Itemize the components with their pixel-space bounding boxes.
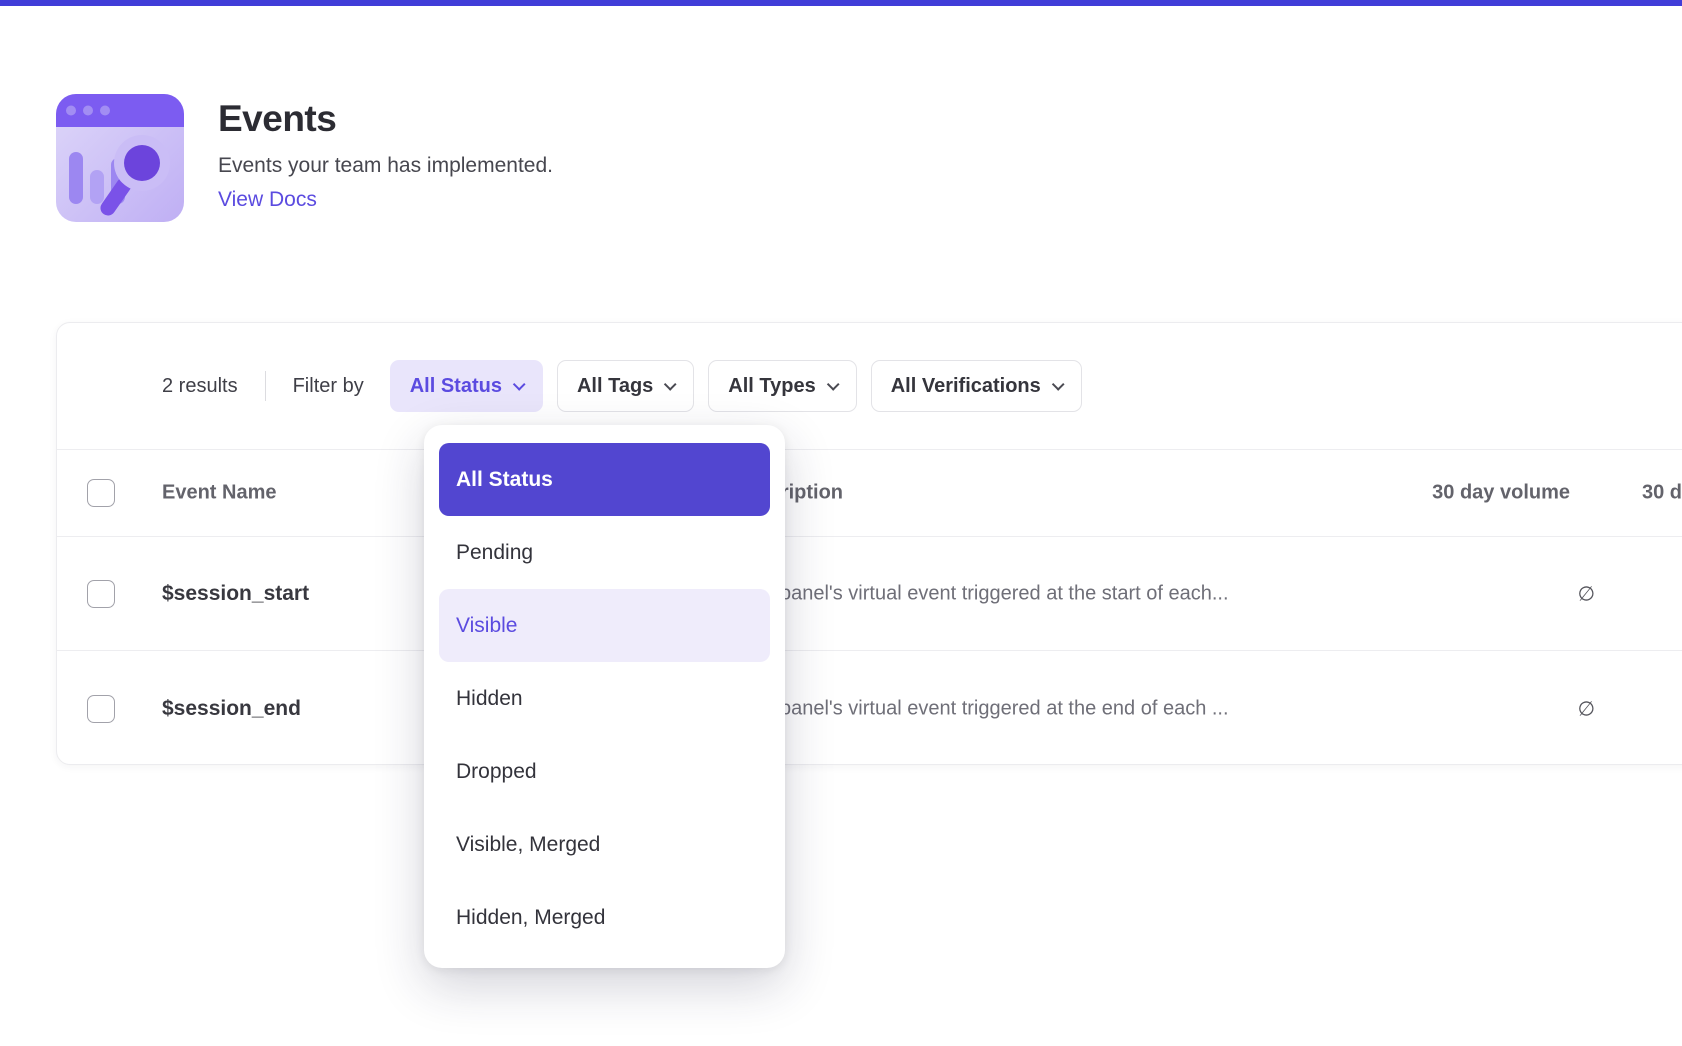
- column-event-name: Event Name: [162, 482, 277, 505]
- page-header: Events Events your team has implemented.…: [56, 94, 553, 222]
- view-docs-link[interactable]: View Docs: [218, 188, 317, 212]
- events-app-icon: [56, 94, 184, 222]
- table-toolbar: 2 results Filter by All Status All Tags …: [57, 323, 1682, 449]
- dropdown-item-hidden-merged[interactable]: Hidden, Merged: [439, 881, 770, 954]
- dropdown-item-dropped[interactable]: Dropped: [439, 735, 770, 808]
- page-subtitle: Events your team has implemented.: [218, 154, 553, 178]
- types-filter-chip[interactable]: All Types: [708, 360, 856, 412]
- results-count: 2 results: [162, 375, 238, 398]
- chevron-down-icon: [513, 378, 526, 391]
- verifications-filter-label: All Verifications: [891, 375, 1041, 398]
- status-filter-chip[interactable]: All Status: [390, 360, 543, 412]
- chevron-down-icon: [664, 378, 677, 391]
- dropdown-item-visible[interactable]: Visible: [439, 589, 770, 662]
- dropdown-item-visible-merged[interactable]: Visible, Merged: [439, 808, 770, 881]
- events-table-card: 2 results Filter by All Status All Tags …: [56, 322, 1682, 765]
- event-description: panel's virtual event triggered at the e…: [780, 697, 1229, 720]
- dropdown-item-hidden[interactable]: Hidden: [439, 662, 770, 735]
- tags-filter-chip[interactable]: All Tags: [557, 360, 694, 412]
- types-filter-label: All Types: [728, 375, 815, 398]
- dropdown-item-all-status[interactable]: All Status: [439, 443, 770, 516]
- event-description: panel's virtual event triggered at the s…: [780, 582, 1229, 605]
- table-row[interactable]: $session_start panel's virtual event tri…: [57, 537, 1682, 651]
- table-header-row: Event Name Description 30 day volume 30 …: [57, 449, 1682, 537]
- filter-by-label: Filter by: [293, 375, 364, 398]
- row-checkbox[interactable]: [87, 580, 115, 608]
- event-30-day-volume: ∅: [1578, 696, 1595, 721]
- verifications-filter-chip[interactable]: All Verifications: [871, 360, 1082, 412]
- top-accent-bar: [0, 0, 1682, 6]
- column-30-day-volume: 30 day volume: [1432, 482, 1570, 505]
- chevron-down-icon: [827, 378, 840, 391]
- page-title: Events: [218, 98, 553, 140]
- row-checkbox[interactable]: [87, 695, 115, 723]
- status-filter-label: All Status: [410, 375, 502, 398]
- chevron-down-icon: [1052, 378, 1065, 391]
- event-name: $session_end: [162, 697, 301, 721]
- event-name: $session_start: [162, 582, 309, 606]
- event-30-day-volume: ∅: [1578, 581, 1595, 606]
- table-row[interactable]: $session_end panel's virtual event trigg…: [57, 651, 1682, 766]
- column-30d-partial: 30 d: [1642, 482, 1682, 505]
- dropdown-item-pending[interactable]: Pending: [439, 516, 770, 589]
- toolbar-divider: [265, 371, 266, 401]
- tags-filter-label: All Tags: [577, 375, 653, 398]
- status-filter-dropdown: All Status Pending Visible Hidden Droppe…: [424, 425, 785, 968]
- select-all-checkbox[interactable]: [87, 479, 115, 507]
